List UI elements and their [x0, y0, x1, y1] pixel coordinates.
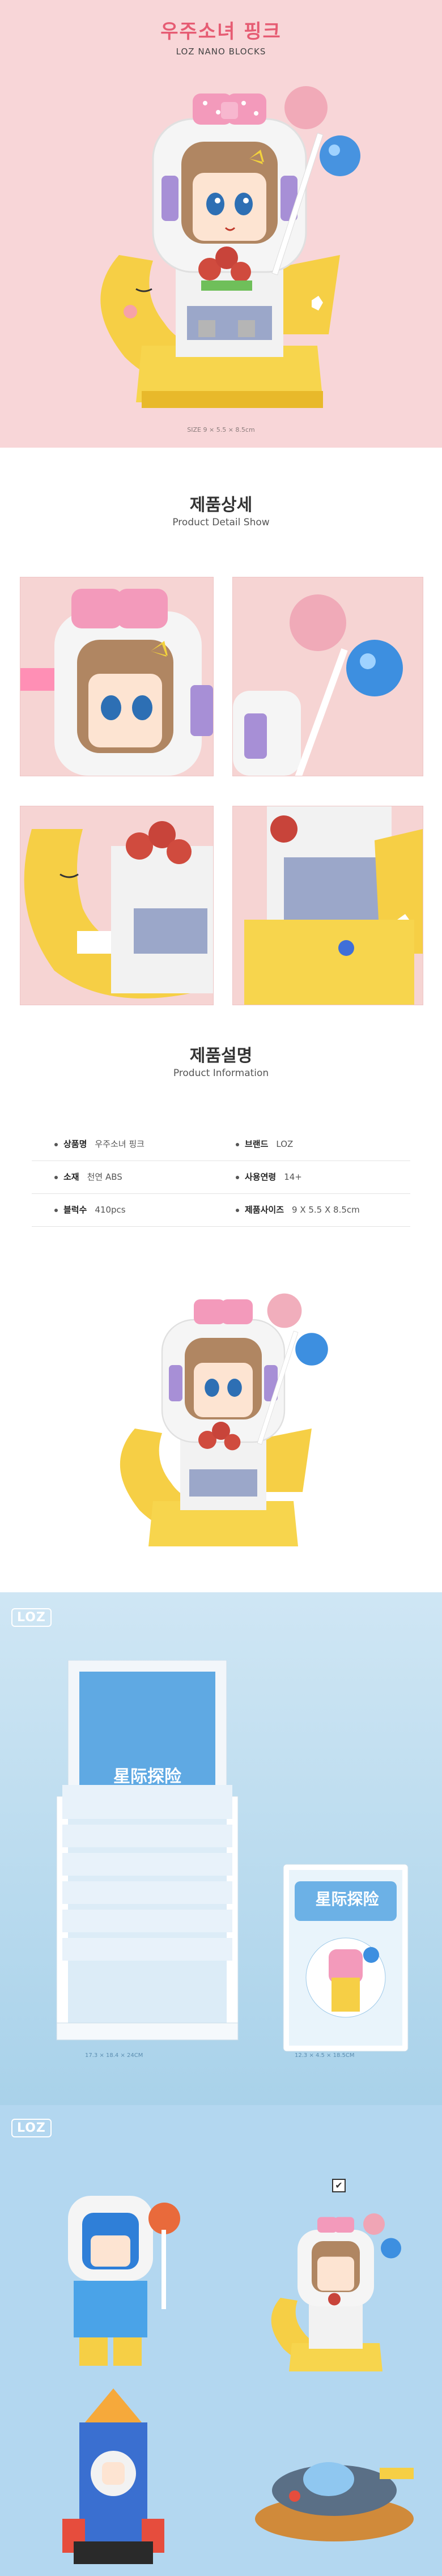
- spec-item: 상품명 우주소녀 핑크: [54, 1128, 144, 1161]
- detail-section: 제품상세 Product Detail Show: [0, 448, 442, 1014]
- info-heading: 제품설명: [189, 1046, 253, 1066]
- spec-item: 제품사이즈 9 X 5.5 X 8.5cm: [236, 1193, 360, 1226]
- box-title: 星际探险: [315, 1890, 379, 1908]
- brand-subtitle: LOZ NANO BLOCKS: [176, 46, 266, 57]
- info-subheading: Product Information: [173, 1068, 269, 1079]
- spec-row: 블럭수 410pcs 제품사이즈 9 X 5.5 X 8.5cm: [32, 1193, 410, 1227]
- display-box-title: 星际探险: [113, 1767, 181, 1787]
- spec-row: 상품명 우주소녀 핑크 브랜드 LOZ: [32, 1128, 410, 1161]
- size-caption: SIZE 9 × 5.5 × 8.5cm: [187, 426, 255, 433]
- product-photo-section: [0, 1252, 442, 1592]
- hero-section: 우주소녀 핑크 LOZ NANO BLOCKS SIZE 9 × 5.5 × 8…: [0, 0, 442, 448]
- spec-item: 브랜드 LOZ: [236, 1128, 293, 1161]
- space-girl-figure-plain: [120, 1293, 328, 1546]
- info-section: 제품설명 Product Information 상품명 우주소녀 핑크 브랜드 L…: [0, 1014, 442, 1252]
- bullet-icon: [54, 1208, 58, 1212]
- display-box-set: [56, 1660, 239, 2041]
- space-girl-figure-main: [100, 86, 360, 408]
- figure-rocket: [62, 2388, 164, 2564]
- detail-photo-wand: [232, 577, 423, 776]
- spec-item: 소재 천연 ABS: [54, 1161, 122, 1193]
- bullet-icon: [236, 1208, 239, 1212]
- figure-space-boy: [68, 2196, 180, 2366]
- product-title: 우주소녀 핑크: [160, 20, 282, 43]
- detail-heading: 제품상세: [189, 495, 253, 515]
- detail-photo-base: [232, 806, 423, 1005]
- detail-subheading: Product Detail Show: [172, 517, 270, 528]
- packaging-section: LOZ 星际探险 星际探险 17.3 × 18.4 × 24CM 12.3 × …: [0, 1592, 442, 2105]
- bullet-icon: [236, 1142, 239, 1146]
- display-box-size: 17.3 × 18.4 × 24CM: [85, 2052, 143, 2059]
- loz-logo: LOZ: [11, 1608, 52, 1627]
- bullet-icon: [236, 1175, 239, 1179]
- spec-row: 소재 천연 ABS 사용연령 14+: [32, 1161, 410, 1194]
- spec-item: 블럭수 410pcs: [54, 1193, 126, 1226]
- spec-item: 사용연령 14+: [236, 1161, 302, 1193]
- detail-photo-face: [20, 577, 214, 776]
- loz-logo: LOZ: [11, 2119, 52, 2137]
- figure-spaceship: [255, 2462, 414, 2541]
- detail-photo-moon: [20, 806, 214, 1005]
- single-box-size: 12.3 × 4.5 × 18.5CM: [295, 2052, 355, 2059]
- check-icon: ✔: [332, 2179, 346, 2192]
- bullet-icon: [54, 1142, 58, 1146]
- bullet-icon: [54, 1175, 58, 1179]
- series-section: LOZ ✔: [0, 2105, 442, 2576]
- figure-space-girl-pink: [271, 2213, 401, 2371]
